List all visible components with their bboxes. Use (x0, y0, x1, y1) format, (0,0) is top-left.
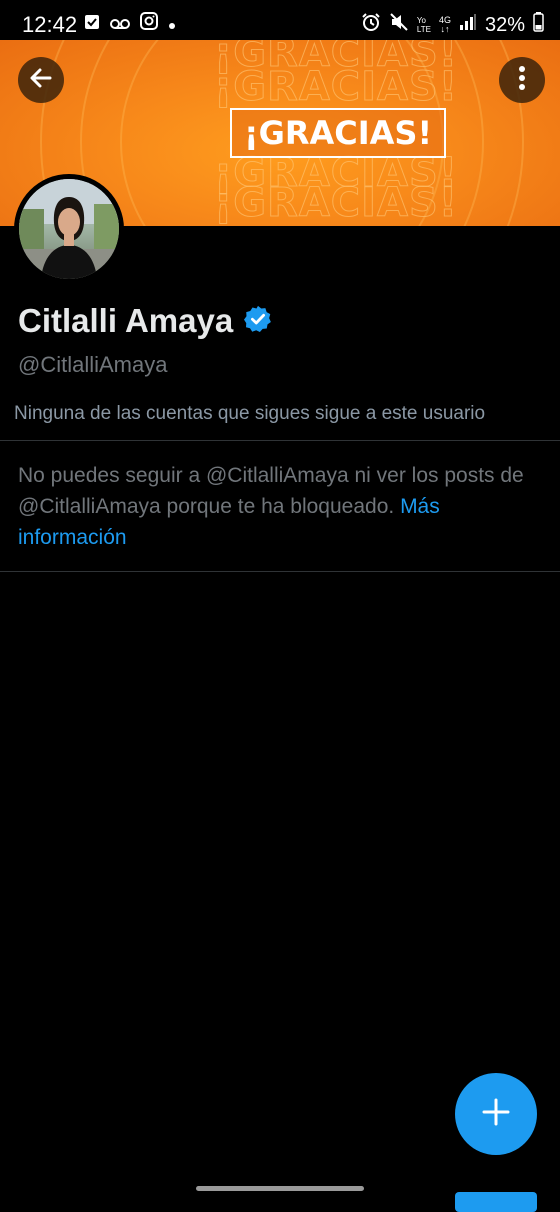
profile-name: Citlalli Amaya (18, 302, 234, 339)
volte-bottom-label: LTE (416, 25, 431, 34)
banner-ghost-text-4: ¡GRACIAS! (213, 180, 459, 227)
verified-badge-icon[interactable] (243, 304, 273, 339)
avatar[interactable] (14, 174, 124, 284)
signal-icon (459, 13, 477, 37)
status-left-icons (84, 12, 176, 36)
divider-top (0, 440, 560, 441)
followers-you-know-note: Ninguna de las cuentas que sigues sigue … (14, 403, 486, 424)
fab-shadow-peek (455, 1192, 537, 1212)
volte-icon: Yo LTE (417, 16, 431, 34)
banner-title: ¡GRACIAS! (230, 108, 446, 158)
status-bar: 12:42 Yo LTE 4G ↓↑ 32% (0, 0, 560, 44)
more-options-button[interactable] (499, 57, 545, 103)
avatar-photo (19, 179, 119, 279)
instagram-icon (140, 12, 158, 36)
plus-icon (481, 1097, 511, 1132)
profile-name-row: Citlalli Amaya (18, 302, 273, 340)
blocked-message-text: No puedes seguir a @CitlalliAmaya ni ver… (18, 464, 524, 518)
more-vertical-icon (518, 65, 526, 96)
back-button[interactable] (18, 57, 64, 103)
arrow-left-icon (28, 65, 54, 96)
check-box-icon (84, 13, 100, 36)
divider-bottom (0, 571, 560, 572)
banner-ghost-text-2: ¡GRACIAS! (213, 64, 459, 111)
volte-top-label: Yo (416, 16, 426, 25)
status-time: 12:42 (22, 12, 78, 37)
4g-icon: 4G ↓↑ (438, 15, 451, 34)
home-indicator[interactable] (196, 1186, 364, 1191)
blocked-message: No puedes seguir a @CitlalliAmaya ni ver… (18, 460, 542, 553)
mute-icon (389, 12, 409, 38)
status-right-icons: Yo LTE 4G ↓↑ 32% (361, 12, 544, 38)
alarm-icon (361, 12, 381, 38)
voicemail-icon (110, 13, 130, 36)
compose-fab-button[interactable] (455, 1073, 537, 1155)
dot-icon (168, 13, 176, 36)
battery-icon (533, 12, 544, 38)
battery-percent: 32% (484, 13, 525, 36)
profile-handle: @CitlalliAmaya (18, 352, 168, 377)
